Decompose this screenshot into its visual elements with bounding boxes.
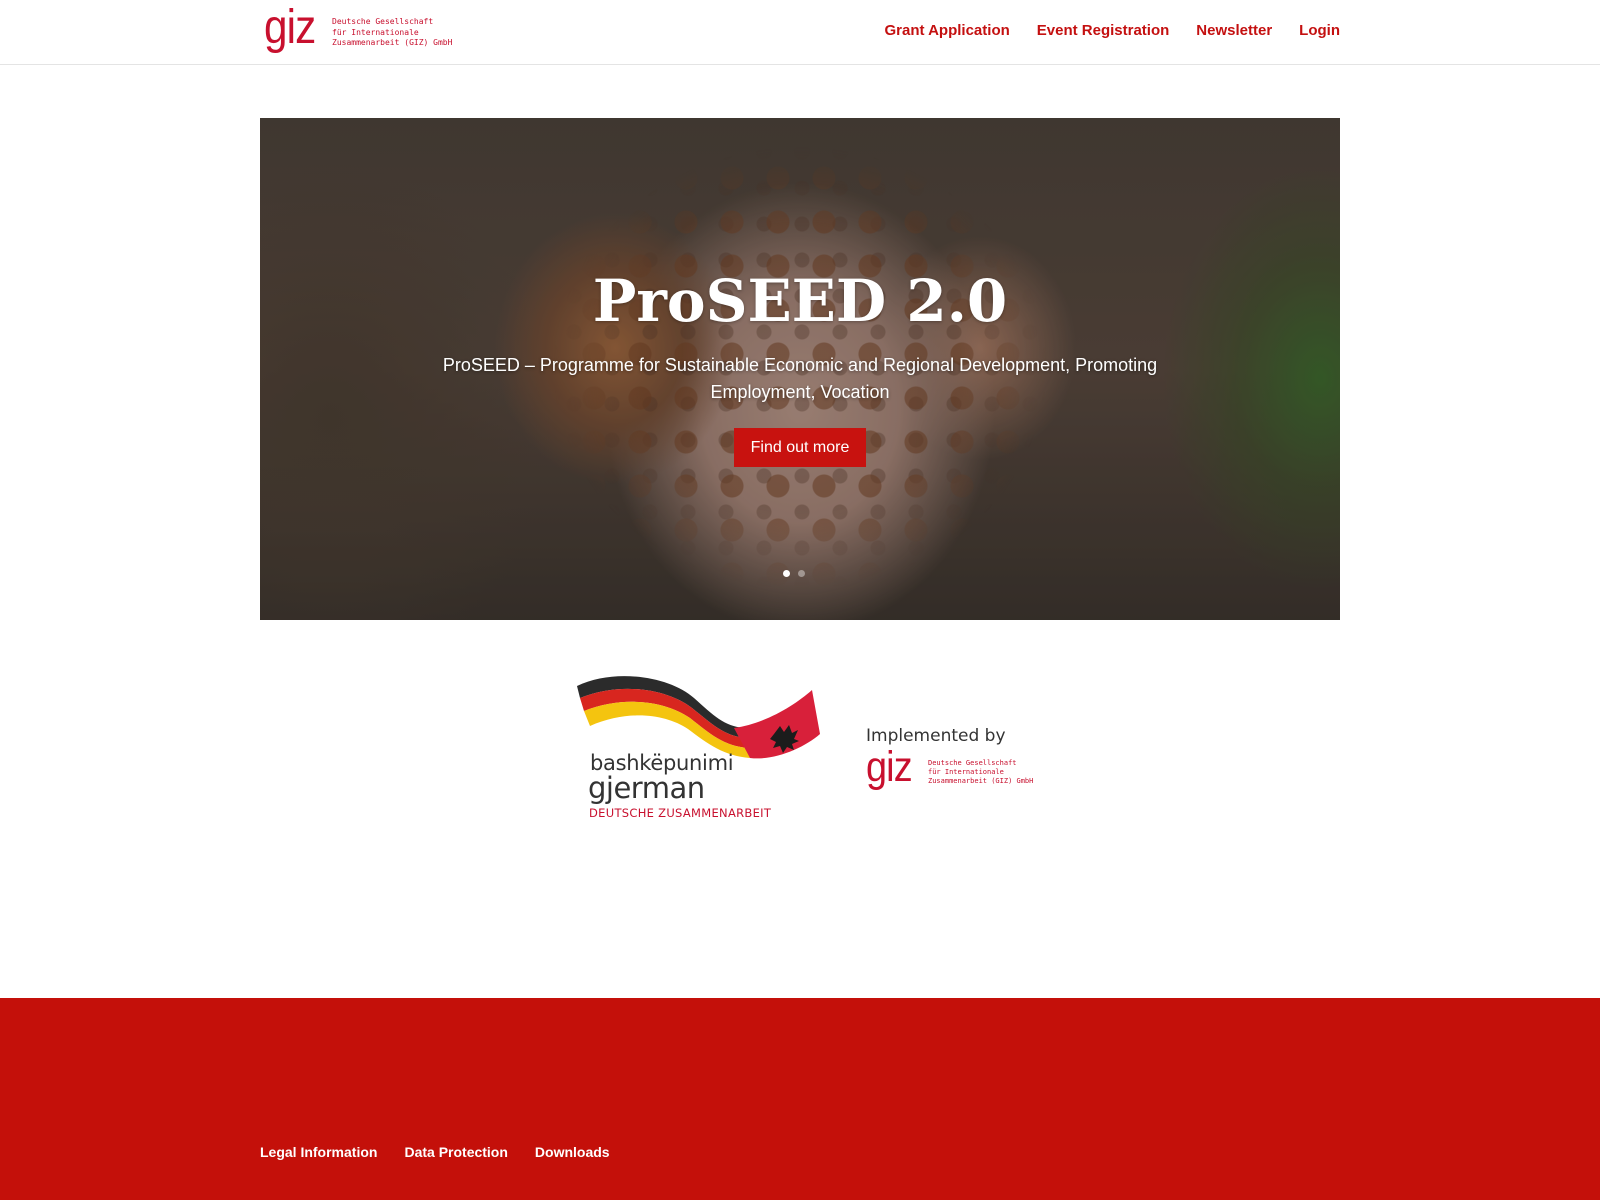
hero-subtitle: ProSEED – Programme for Sustainable Econ…	[442, 355, 1158, 402]
giz-implementer-text: Deutsche Gesellschaft für Internationale…	[928, 759, 1033, 786]
giz-implementer-mark: giz	[866, 743, 913, 791]
giz-implementer-logo: giz Deutsche Gesellschaft für Internatio…	[866, 746, 1033, 789]
find-out-more-button[interactable]: Find out more	[733, 428, 867, 467]
footer-legal-information[interactable]: Legal Information	[260, 1144, 377, 1160]
site-header: giz Deutsche Gesellschaft für Internatio…	[0, 0, 1600, 65]
hero-title: ProSEED 2.0	[592, 267, 1008, 335]
partner-logos: bashkëpunimi gjerman DEUTSCHE ZUSAMMENAR…	[0, 676, 1600, 826]
giz-logo-text: Deutsche Gesellschaft für Internationale…	[332, 17, 452, 49]
hero-content: ProSEED 2.0 ProSEED – Programme for Sust…	[260, 118, 1340, 620]
slider-pagination	[783, 570, 805, 577]
slider-dot-2[interactable]	[798, 570, 805, 577]
nav-login[interactable]: Login	[1299, 22, 1340, 39]
footer-data-protection[interactable]: Data Protection	[404, 1144, 507, 1160]
hero-slider: ProSEED 2.0 ProSEED – Programme for Sust…	[260, 118, 1340, 620]
nav-grant-application[interactable]: Grant Application	[884, 22, 1009, 39]
cooperation-text-line3: DEUTSCHE ZUSAMMENARBEIT	[589, 806, 772, 820]
giz-logo-line: Zusammenarbeit (GIZ) GmbH	[332, 38, 453, 48]
site-footer: Legal Information Data Protection Downlo…	[0, 998, 1600, 1200]
nav-newsletter[interactable]: Newsletter	[1196, 22, 1272, 39]
giz-logo-line: Deutsche Gesellschaft	[332, 17, 434, 27]
giz-implementer-line: für Internationale	[928, 768, 1004, 776]
giz-implementer-line: Zusammenarbeit (GIZ) GmbH	[928, 777, 1034, 785]
slider-dot-1[interactable]	[783, 570, 790, 577]
giz-logo[interactable]: giz Deutsche Gesellschaft für Internatio…	[264, 1, 452, 58]
footer-nav: Legal Information Data Protection Downlo…	[260, 1144, 610, 1160]
giz-logo-mark: giz	[264, 1, 316, 54]
footer-downloads[interactable]: Downloads	[535, 1144, 610, 1160]
nav-event-registration[interactable]: Event Registration	[1037, 22, 1170, 39]
main-nav: Grant Application Event Registration New…	[884, 22, 1340, 39]
giz-implementer-line: Deutsche Gesellschaft	[928, 759, 1017, 767]
giz-logo-line: für Internationale	[332, 27, 419, 37]
cooperation-text-line2: gjerman	[588, 771, 705, 805]
